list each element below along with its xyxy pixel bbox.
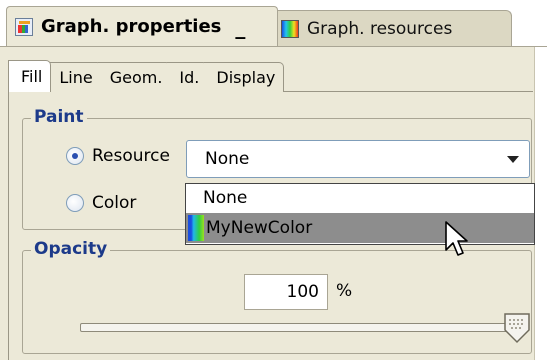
opacity-slider-thumb[interactable] (503, 312, 531, 344)
resource-radio-option[interactable]: Resource (66, 146, 170, 166)
paint-group-title: Paint (31, 107, 87, 127)
graph-resources-icon (281, 19, 299, 38)
chevron-down-icon[interactable] (507, 156, 519, 163)
color-radio[interactable] (66, 194, 84, 212)
tab-graph-properties[interactable]: Graph. properties _ (6, 6, 278, 46)
tab-graph-resources-label: Graph. resources (307, 18, 453, 39)
opacity-input-value: 100 (286, 282, 319, 302)
tab-graph-resources[interactable]: Graph. resources (272, 10, 512, 46)
opacity-input[interactable]: 100 (244, 274, 328, 310)
resource-radio[interactable] (66, 147, 84, 165)
resource-radio-label: Resource (92, 146, 170, 166)
tab-fill[interactable]: Fill (8, 60, 52, 92)
dropdown-option-mynewcolor[interactable]: MyNewColor (186, 212, 534, 243)
tab-line[interactable]: Line (47, 62, 102, 92)
color-radio-label: Color (92, 193, 137, 213)
resource-dropdown-list: None MyNewColor (185, 183, 535, 245)
view-tab-bar: Graph. properties _ Graph. resources (0, 0, 547, 47)
property-sub-tabs: Fill Line Geom. Id. Display (8, 58, 285, 92)
color-gradient-swatch-icon (188, 215, 204, 241)
dropdown-option-none-label: None (203, 188, 248, 208)
tab-bar-divider (0, 46, 547, 47)
opacity-slider-track[interactable] (80, 323, 514, 332)
minimize-button[interactable]: _ (235, 17, 245, 37)
properties-panel: Graph. properties _ Graph. resources Fil… (0, 0, 547, 360)
tab-id[interactable]: Id. (167, 62, 209, 92)
resource-combobox[interactable]: None (186, 140, 530, 178)
dropdown-option-mynewcolor-label: MyNewColor (206, 218, 313, 238)
opacity-unit: % (336, 281, 353, 301)
color-radio-option[interactable]: Color (66, 193, 136, 213)
dropdown-option-none[interactable]: None (186, 184, 534, 212)
opacity-group-title: Opacity (31, 239, 111, 259)
resource-combobox-value: None (205, 149, 250, 169)
graph-properties-icon (15, 17, 33, 36)
tab-geom[interactable]: Geom. (97, 62, 172, 92)
tab-graph-properties-label: Graph. properties (41, 16, 222, 37)
mouse-pointer-icon (445, 221, 468, 256)
tab-display[interactable]: Display (204, 62, 285, 92)
